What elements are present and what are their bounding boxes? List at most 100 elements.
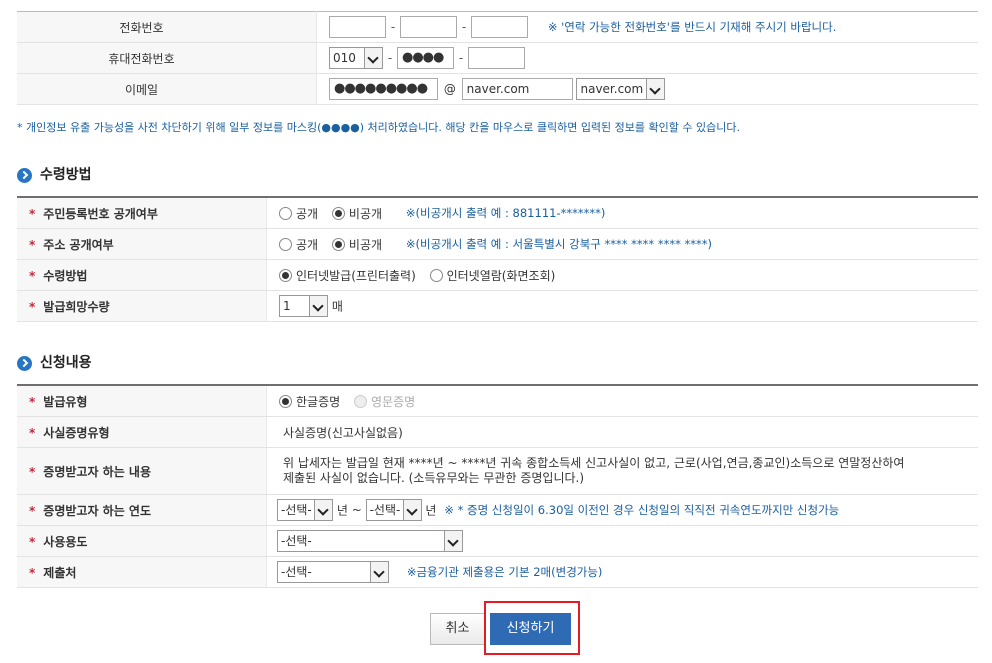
method-print-label: 인터넷발급(프린터출력) — [296, 268, 416, 283]
year-unit: 년 — [336, 503, 348, 518]
rrn-note: ※(비공개시 출력 예 : 881111-*******) — [405, 206, 606, 220]
year-note: ※ * 증명 신청일이 6.30일 이전인 경우 신청일의 직직전 귀속연도까지… — [444, 503, 840, 517]
email-domain-input[interactable]: naver.com — [461, 78, 573, 100]
year-from-select[interactable]: -선택- — [277, 499, 333, 521]
content-label: * 증명받고자 하는 내용 — [17, 447, 267, 495]
dash: - — [387, 51, 393, 65]
submit-to-note: ※금융기관 제출용은 기본 2매(변경가능) — [406, 565, 603, 579]
usage-label: * 사용용도 — [17, 525, 267, 557]
phone-part3-input[interactable] — [471, 16, 528, 38]
content-line-1: 위 납세자는 발급일 현재 ****년 ~ ****년 귀속 종합소득세 신고사… — [283, 456, 905, 470]
required-mark: * — [29, 394, 36, 409]
arrow-circle-icon — [17, 355, 32, 371]
chevron-down-icon — [309, 296, 327, 316]
label-text: 증명받고자 하는 내용 — [43, 464, 151, 479]
label-text: 사용용도 — [43, 534, 88, 549]
year-tilde: ~ — [351, 503, 362, 517]
cancel-button[interactable]: 취소 — [430, 613, 485, 645]
quantity-unit: 매 — [331, 299, 343, 314]
contact-table: 전화번호 - - ※ '연락 가능한 전화번호'를 반드시 기재해 주시기 바랍니… — [17, 11, 978, 105]
request-table: * 발급유형 한글증명 영문증명 * 사실증명유형 사실증명(신고사실없음) * 증명… — [17, 384, 978, 588]
rrn-public-radio[interactable] — [279, 206, 292, 220]
required-mark: * — [29, 425, 36, 440]
submit-to-label: * 제출처 — [17, 556, 267, 588]
quantity-value: 1 — [283, 299, 291, 313]
mobile-prefix-value: 010 — [333, 51, 356, 65]
email-label: 이메일 — [17, 73, 317, 105]
required-mark: * — [29, 268, 36, 283]
content-line-2: 제출된 사실이 없습니다. (소득유무와는 무관한 증명입니다.) — [283, 471, 585, 485]
chevron-down-icon — [370, 562, 388, 582]
label-text: 발급유형 — [43, 394, 88, 409]
apply-button[interactable]: 신청하기 — [490, 613, 571, 645]
arrow-circle-icon — [17, 167, 32, 183]
year-to-value: -선택- — [369, 503, 401, 517]
required-mark: * — [29, 299, 36, 314]
quantity-label: * 발급희망수량 — [17, 290, 267, 322]
required-mark: * — [29, 206, 36, 221]
type-english-radio — [354, 394, 367, 408]
section-title-request: 신청내용 — [17, 352, 92, 372]
chevron-down-icon — [314, 500, 332, 520]
year-label: * 증명받고자 하는 연도 — [17, 494, 267, 526]
dash: - — [458, 51, 464, 65]
year-to-select[interactable]: -선택- — [365, 499, 422, 521]
phone-part1-input[interactable] — [329, 16, 386, 38]
addr-public-radio[interactable] — [279, 237, 292, 251]
chevron-down-icon — [402, 500, 421, 520]
submit-to-select[interactable]: -선택- — [277, 561, 389, 583]
chevron-down-icon — [444, 531, 462, 551]
usage-select[interactable]: -선택- — [277, 530, 463, 552]
type-korean-radio[interactable] — [279, 394, 292, 408]
label-text: 증명받고자 하는 연도 — [43, 503, 151, 518]
required-mark: * — [29, 464, 36, 479]
email-at-sign: @ — [443, 82, 456, 96]
phone-note: ※ '연락 가능한 전화번호'를 반드시 기재해 주시기 바랍니다. — [547, 20, 837, 34]
email-id-input[interactable]: ●●●●●●●●● — [329, 78, 438, 100]
section-title-text: 수령방법 — [40, 167, 92, 183]
required-mark: * — [29, 237, 36, 252]
method-view-radio[interactable] — [429, 268, 443, 282]
dash: - — [390, 20, 396, 34]
quantity-select[interactable]: 1 — [279, 295, 328, 317]
mobile-middle-input[interactable]: ●●●● — [397, 47, 454, 69]
dash: - — [461, 20, 467, 34]
method-view-label: 인터넷열람(화면조회) — [446, 268, 556, 283]
method-print-radio[interactable] — [279, 268, 292, 282]
phone-label: 전화번호 — [17, 11, 317, 43]
address-disclosure-label: * 주소 공개여부 — [17, 228, 267, 260]
section-title-text: 신청내용 — [40, 355, 92, 371]
addr-public-label: 공개 — [296, 237, 319, 252]
type-english-label: 영문증명 — [371, 394, 416, 409]
label-text: 사실증명유형 — [43, 425, 110, 440]
label-text: 발급희망수량 — [43, 299, 110, 314]
mobile-label: 휴대전화번호 — [17, 42, 317, 74]
rrn-disclosure-label: * 주민등록번호 공개여부 — [17, 197, 267, 229]
mobile-last-input[interactable] — [468, 47, 525, 69]
addr-private-label: 비공개 — [348, 237, 383, 252]
rrn-private-label: 비공개 — [348, 206, 383, 221]
email-domain-select[interactable]: naver.com — [576, 78, 666, 100]
phone-part2-input[interactable] — [400, 16, 457, 38]
cert-type-value: 사실증명(신고사실없음) — [283, 425, 403, 440]
label-text: 주소 공개여부 — [43, 237, 114, 252]
addr-note: ※(비공개시 출력 예 : 서울특별시 강북구 **** **** **** *… — [405, 237, 712, 251]
required-mark: * — [29, 534, 36, 549]
addr-private-radio[interactable] — [331, 237, 345, 251]
required-mark: * — [29, 503, 36, 518]
submit-to-value: -선택- — [281, 565, 312, 579]
rrn-private-radio[interactable] — [331, 206, 345, 220]
privacy-note: * 개인정보 유출 가능성을 사전 차단하기 위해 일부 정보를 마스킹(●●●… — [17, 121, 740, 134]
required-mark: * — [29, 565, 36, 580]
label-text: 제출처 — [43, 565, 77, 580]
usage-value: -선택- — [281, 534, 312, 548]
mobile-prefix-select[interactable]: 010 — [329, 47, 383, 69]
issue-type-label: * 발급유형 — [17, 385, 267, 417]
cert-type-label: * 사실증명유형 — [17, 416, 267, 448]
chevron-down-icon — [646, 79, 665, 99]
section-title-receipt: 수령방법 — [17, 164, 92, 184]
year-unit: 년 — [425, 503, 437, 518]
type-korean-label: 한글증명 — [296, 394, 341, 409]
receipt-table: * 주민등록번호 공개여부 공개 비공개 ※(비공개시 출력 예 : 881111… — [17, 196, 978, 322]
rrn-public-label: 공개 — [296, 206, 319, 221]
